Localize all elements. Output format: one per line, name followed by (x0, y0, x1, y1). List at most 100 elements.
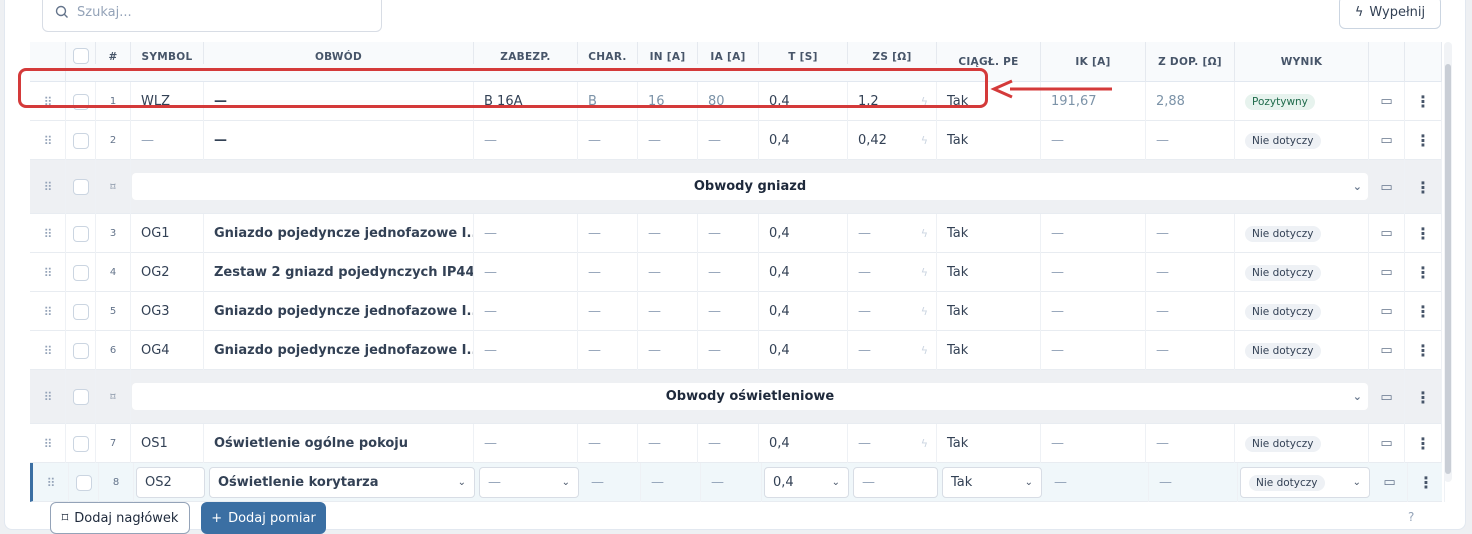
t-cell[interactable]: 0,4 (759, 82, 848, 121)
drag-handle-icon[interactable]: ⠿ (30, 253, 66, 292)
chevron-down-icon[interactable]: ⌄ (1025, 477, 1033, 488)
protection-cell[interactable]: — (474, 292, 578, 331)
table-row[interactable]: ⠿ 2— — — — — —0,4 0,42 ϟ Tak — — Nie dotyczy ▭ ⋮ (30, 121, 1442, 160)
chevron-down-icon[interactable]: ⌄ (1353, 477, 1361, 488)
protection-cell[interactable]: — (474, 121, 578, 160)
chevron-down-icon[interactable]: ⌄ (1353, 180, 1362, 193)
comment-icon[interactable]: ▭ (1369, 214, 1405, 253)
chevron-down-icon[interactable]: ⌄ (1353, 390, 1362, 403)
table-row[interactable]: ⠿ 1 WLZ — B 16A B 16 80 0,4 1,2 ϟ Tak 191,67 2,88 Pozy… (30, 82, 1442, 121)
bolt-icon[interactable]: ϟ (921, 227, 928, 240)
pe-cell[interactable]: Tak (937, 424, 1041, 463)
circuit-cell[interactable]: Gniazdo pojedyncze jednofazowe I... (204, 214, 474, 253)
zs-input[interactable]: — (853, 467, 938, 498)
symbol-cell[interactable]: OG4 (131, 331, 204, 370)
result-cell[interactable]: Nie dotyczy (1235, 292, 1369, 331)
zs-cell[interactable]: — ϟ (848, 292, 937, 331)
row-checkbox[interactable] (72, 93, 89, 110)
t-cell[interactable]: 0,4 (759, 292, 848, 331)
pe-cell[interactable]: Tak (937, 121, 1041, 160)
row-checkbox[interactable] (72, 342, 89, 359)
row-checkbox[interactable] (75, 474, 92, 491)
comment-icon[interactable]: ▭ (1369, 292, 1405, 331)
drag-handle-icon[interactable]: ⠿ (30, 82, 66, 121)
more-options-icon[interactable]: ⋮ (1405, 424, 1442, 463)
comment-icon[interactable]: ▭ (1369, 424, 1405, 463)
circuit-select[interactable]: Oświetlenie korytarza ⌄ (209, 467, 475, 498)
zs-cell[interactable]: 1,2 ϟ (848, 82, 937, 121)
symbol-cell[interactable]: — (131, 121, 204, 160)
more-options-icon[interactable]: ⋮ (1405, 121, 1442, 160)
protection-cell[interactable]: — (474, 424, 578, 463)
row-checkbox[interactable] (72, 435, 89, 452)
result-cell[interactable]: Pozytywny (1235, 82, 1369, 121)
drag-handle-icon[interactable]: ⠿ (33, 463, 69, 502)
t-cell[interactable]: 0,4 (759, 253, 848, 292)
result-cell[interactable]: Nie dotyczy (1235, 424, 1369, 463)
row-checkbox[interactable] (72, 179, 89, 195)
more-options-icon[interactable]: ⋮ (1405, 82, 1442, 121)
table-row[interactable]: ⠿ 7 OS1 Oświetlenie ogólne pokoju — — — —0,4— ϟ T… (30, 424, 1442, 463)
chevron-down-icon[interactable]: ⌄ (832, 477, 840, 488)
row-checkbox[interactable] (72, 132, 89, 149)
t-cell[interactable]: 0,4 (759, 424, 848, 463)
table-row[interactable]: ⠿ 8 OS2 Oświetlenie korytarza ⌄ — ⌄ — — —0,4 ⌄ — Tak… (30, 463, 1445, 502)
circuit-cell[interactable]: — (204, 121, 474, 160)
comment-icon[interactable]: ▭ (1369, 82, 1405, 121)
zs-cell[interactable]: — ϟ (848, 214, 937, 253)
bolt-icon[interactable]: ϟ (921, 437, 928, 450)
chevron-down-icon[interactable]: ⌄ (562, 477, 570, 488)
drag-handle-icon[interactable]: ⠿ (30, 331, 66, 370)
symbol-cell[interactable]: WLZ (131, 82, 204, 121)
circuit-cell[interactable]: Gniazdo pojedyncze jednofazowe I... (204, 292, 474, 331)
drag-handle-icon[interactable]: ⠿ (30, 370, 66, 424)
comment-icon[interactable]: ▭ (1369, 121, 1405, 160)
drag-handle-icon[interactable]: ⠿ (30, 214, 66, 253)
drag-handle-icon[interactable]: ⠿ (30, 424, 66, 463)
pe-select[interactable]: Tak ⌄ (942, 467, 1042, 498)
scrollbar-thumb[interactable] (1445, 64, 1451, 474)
t-select[interactable]: 0,4 ⌄ (764, 467, 849, 498)
symbol-cell[interactable]: OG1 (131, 214, 204, 253)
more-options-icon[interactable]: ⋮ (1405, 160, 1442, 214)
t-cell[interactable]: 0,4 (759, 331, 848, 370)
more-options-icon[interactable]: ⋮ (1405, 253, 1442, 292)
result-cell[interactable]: Nie dotyczy (1235, 253, 1369, 292)
bolt-icon[interactable]: ϟ (921, 305, 928, 318)
comment-icon[interactable]: ▭ (1369, 253, 1405, 292)
more-options-icon[interactable]: ⋮ (1405, 331, 1442, 370)
more-options-icon[interactable]: ⋮ (1405, 370, 1442, 424)
bolt-icon[interactable]: ϟ (921, 266, 928, 279)
group-header-row[interactable]: ⠿ ⌑ Obwody oświetleniowe ⌄ ▭ ⋮ (30, 370, 1442, 424)
protection-cell[interactable]: — (474, 214, 578, 253)
comment-icon[interactable]: ▭ (1369, 160, 1405, 214)
t-cell[interactable]: 0,4 (759, 214, 848, 253)
zs-cell[interactable]: — ϟ (848, 424, 937, 463)
select-all-checkbox[interactable] (72, 48, 89, 64)
more-options-icon[interactable]: ⋮ (1408, 463, 1445, 502)
group-header-row[interactable]: ⠿ ⌑ Obwody gniazd ⌄ ▭ ⋮ (30, 160, 1442, 214)
chevron-down-icon[interactable]: ⌄ (458, 477, 466, 488)
pe-cell[interactable]: Tak (937, 82, 1041, 121)
circuit-cell[interactable]: — (204, 82, 474, 121)
add-measurement-button[interactable]: + Dodaj pomiar (201, 502, 326, 534)
more-options-icon[interactable]: ⋮ (1405, 292, 1442, 331)
symbol-cell[interactable]: OS1 (131, 424, 204, 463)
t-cell[interactable]: 0,4 (759, 121, 848, 160)
zs-cell[interactable]: — ϟ (848, 331, 937, 370)
pe-cell[interactable]: Tak (937, 214, 1041, 253)
result-cell[interactable]: Nie dotyczy (1235, 121, 1369, 160)
drag-handle-icon[interactable]: ⠿ (30, 160, 66, 214)
comment-icon[interactable]: ▭ (1372, 463, 1408, 502)
circuit-cell[interactable]: Gniazdo pojedyncze jednofazowe I... (204, 331, 474, 370)
search-box[interactable] (42, 0, 382, 32)
table-row[interactable]: ⠿ 3 OG1 Gniazdo pojedyncze jednofazowe I...… (30, 214, 1442, 253)
row-checkbox[interactable] (72, 303, 89, 320)
row-checkbox[interactable] (72, 225, 89, 242)
result-cell[interactable]: Nie dotyczy (1235, 331, 1369, 370)
search-input[interactable] (77, 4, 357, 20)
protection-cell[interactable]: B 16A (474, 82, 578, 121)
drag-handle-icon[interactable]: ⠿ (30, 121, 66, 160)
group-title-field[interactable]: Obwody oświetleniowe ⌄ (132, 383, 1368, 410)
bolt-icon[interactable]: ϟ (921, 134, 928, 147)
